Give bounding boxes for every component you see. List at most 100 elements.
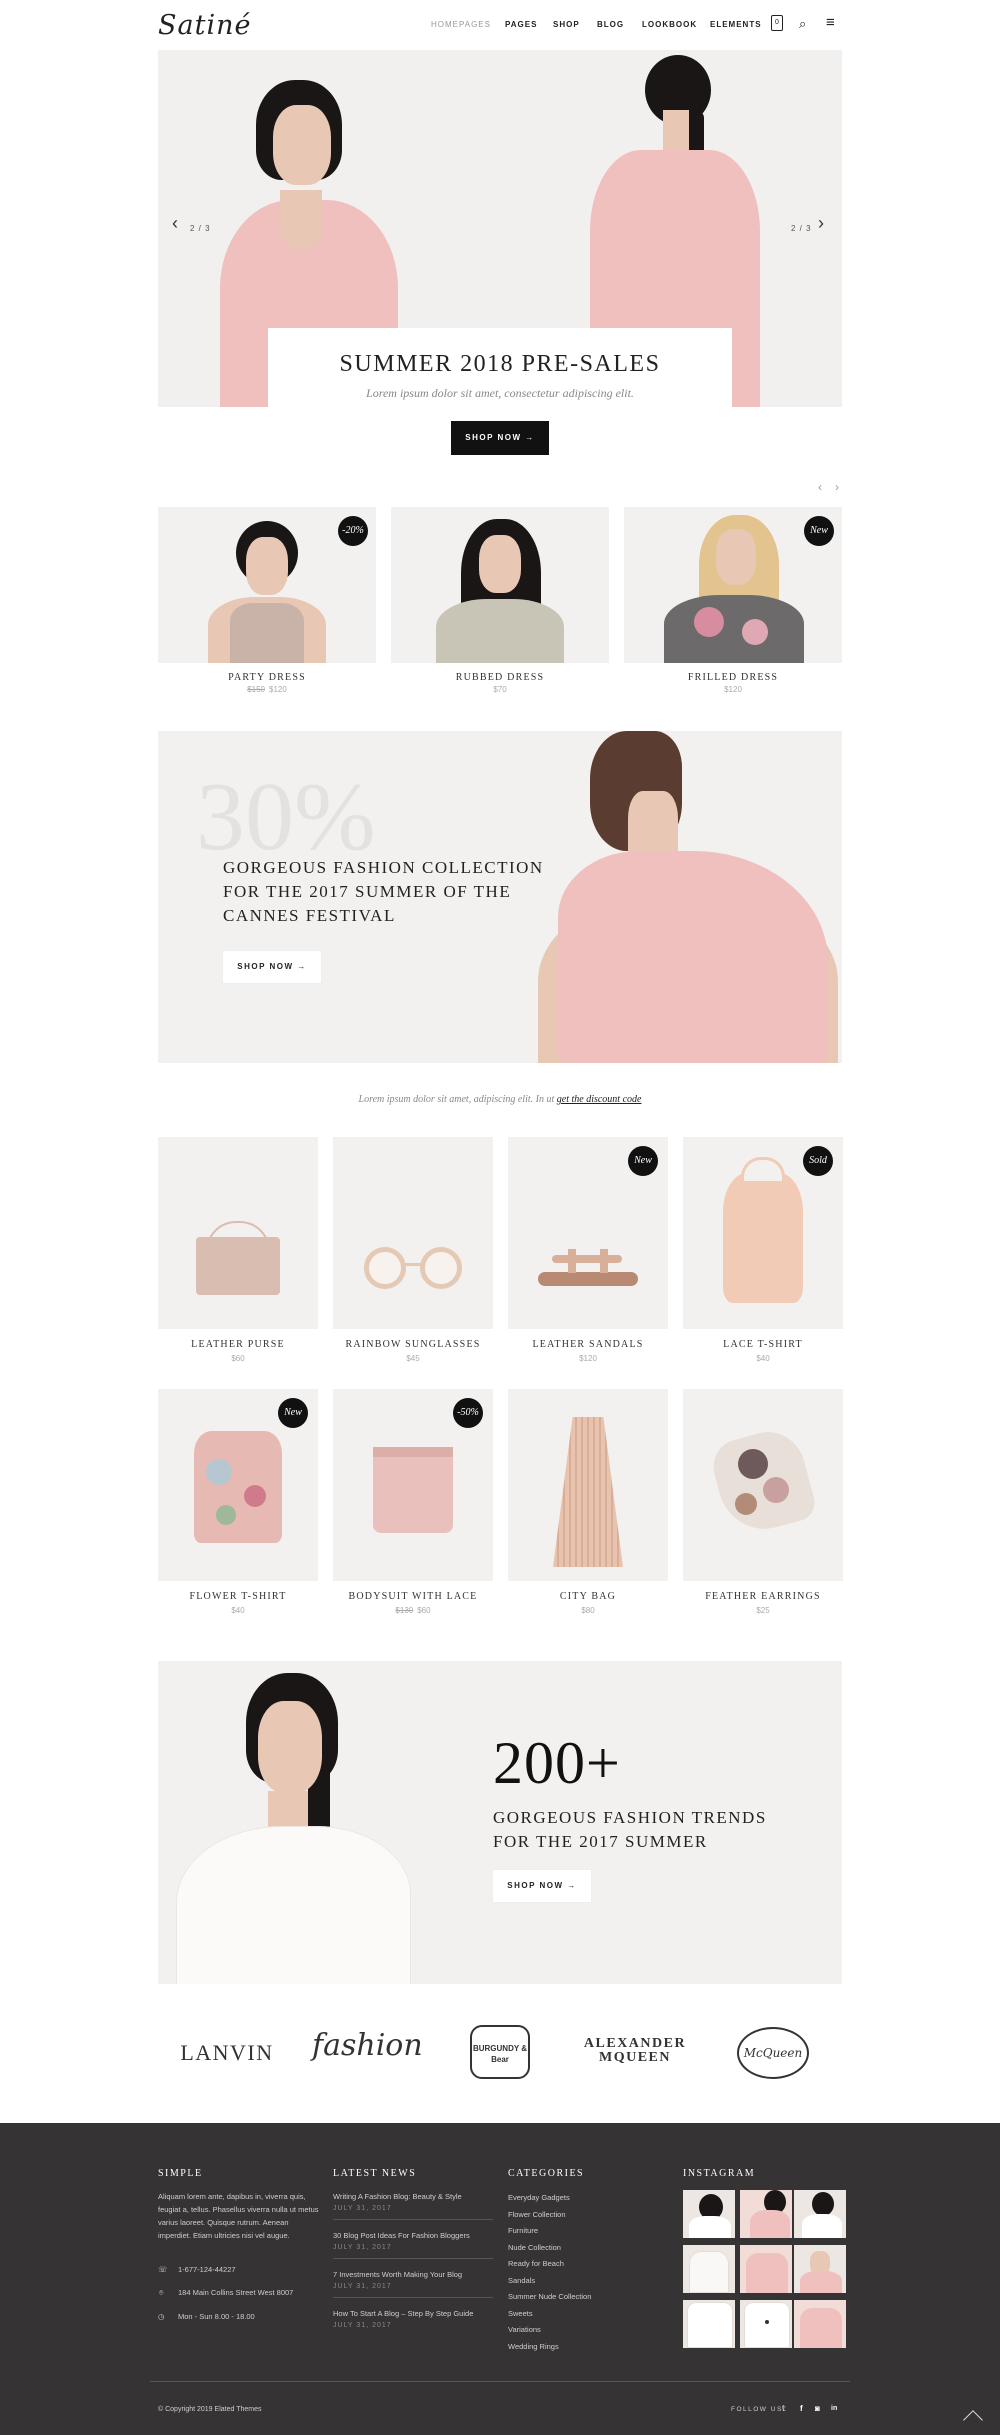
footer-instagram-title: INSTAGRAM — [683, 2168, 756, 2179]
brand-burgundy-bear[interactable]: BURGUNDY & Bear — [470, 2025, 530, 2079]
news-item-date: JULY 31, 2017 — [333, 2244, 392, 2251]
nav-pages[interactable]: PAGES — [505, 20, 537, 29]
slider-counter-right: 2 / 3 — [791, 224, 812, 233]
brand-fashion[interactable]: fashion — [312, 2028, 423, 2063]
brand-mcqueen-logo[interactable]: McQueen — [737, 2027, 809, 2079]
product-name-5[interactable]: FLOWER T-SHIRT — [158, 1591, 318, 1602]
menu-icon[interactable]: ≡ — [826, 14, 835, 31]
category-link[interactable]: Ready for Beach — [508, 2256, 591, 2273]
product-price-3: $120 — [579, 1354, 597, 1363]
product-name-1[interactable]: LEATHER PURSE — [158, 1339, 318, 1350]
instagram-photo[interactable] — [794, 2245, 846, 2293]
discount-link[interactable]: get the discount code — [557, 1094, 642, 1105]
product-badge-6: -50% — [453, 1398, 483, 1428]
news-item-date: JULY 31, 2017 — [333, 2322, 392, 2329]
product-image-7[interactable] — [508, 1389, 668, 1581]
product-price-4: $40 — [756, 1354, 770, 1363]
copyright: © Copyright 2019 Elated Themes — [158, 2406, 262, 2413]
news-item-title[interactable]: 7 Investments Worth Making Your Blog — [333, 2268, 462, 2281]
footer-categories-title: CATEGORIES — [508, 2168, 585, 2179]
featured-name-3[interactable]: FRILLED DRESS — [624, 672, 842, 683]
slider-next-icon[interactable]: › — [818, 213, 824, 234]
brand-alexander-mcqueen[interactable]: ALEXANDER MQUEEN — [580, 2037, 690, 2065]
footer-simple-text: Aliquam lorem ante, dapibus in, viverra … — [158, 2192, 319, 2240]
trends-heading: GORGEOUS FASHION TRENDS FOR THE 2017 SUM… — [493, 1808, 767, 1851]
nav-shop[interactable]: SHOP — [553, 20, 580, 29]
carousel-prev-icon[interactable]: ‹ — [818, 480, 822, 494]
news-item-title[interactable]: How To Start A Blog – Step By Step Guide — [333, 2307, 473, 2320]
instagram-photo[interactable] — [794, 2300, 846, 2348]
product-name-7[interactable]: CITY BAG — [508, 1591, 668, 1602]
trends-big-text: 200+ — [493, 1730, 621, 1796]
category-link[interactable]: Everyday Gadgets — [508, 2190, 591, 2207]
product-image-1[interactable] — [158, 1137, 318, 1329]
instagram-photo[interactable] — [683, 2245, 735, 2293]
nav-elements[interactable]: ELEMENTS — [710, 20, 762, 29]
category-link[interactable]: Flower Collection — [508, 2207, 591, 2224]
trends-shop-now-button[interactable]: SHOP NOW → — [493, 1870, 591, 1902]
twitter-icon[interactable]: 𝕥 — [782, 2402, 786, 2415]
site-logo[interactable]: Satiné — [158, 10, 251, 41]
cart-icon[interactable]: 0 — [771, 15, 783, 31]
search-icon[interactable]: ⌕ — [799, 16, 806, 32]
footer-divider — [150, 2381, 850, 2382]
product-name-8[interactable]: FEATHER EARRINGS — [683, 1591, 843, 1602]
category-link[interactable]: Wedding Rings — [508, 2339, 591, 2356]
product-price-2: $45 — [406, 1354, 420, 1363]
nav-homepages[interactable]: HOMEPAGES — [431, 20, 491, 29]
instagram-photo[interactable] — [683, 2190, 735, 2238]
featured-badge-1: -20% — [338, 516, 368, 546]
categories-list: Everyday Gadgets Flower Collection Furni… — [508, 2190, 591, 2355]
instagram-photo[interactable] — [683, 2300, 735, 2348]
linkedin-icon[interactable]: in — [831, 2402, 837, 2415]
location-icon: ⌾ — [159, 2288, 164, 2297]
footer: SIMPLE Aliquam lorem ante, dapibus in, v… — [0, 2123, 1000, 2435]
instagram-photo[interactable] — [740, 2190, 792, 2238]
divider — [333, 2258, 493, 2259]
category-link[interactable]: Nude Collection — [508, 2240, 591, 2257]
promo-shop-now-button[interactable]: SHOP NOW → — [223, 951, 321, 983]
product-image-8[interactable] — [683, 1389, 843, 1581]
instagram-icon[interactable]: ◙ — [815, 2402, 820, 2415]
instagram-photo[interactable] — [740, 2300, 792, 2348]
featured-price-2: $70 — [493, 685, 507, 694]
facebook-icon[interactable]: f — [800, 2402, 803, 2415]
featured-badge-3: New — [804, 516, 834, 546]
category-link[interactable]: Sandals — [508, 2273, 591, 2290]
divider — [333, 2219, 493, 2220]
back-to-top-icon[interactable] — [963, 2410, 983, 2430]
product-name-4[interactable]: LACE T-SHIRT — [683, 1339, 843, 1350]
nav-lookbook[interactable]: LOOKBOOK — [642, 20, 697, 29]
hero-shop-now-button[interactable]: SHOP NOW → — [451, 421, 549, 455]
featured-name-2[interactable]: RUBBED DRESS — [391, 672, 609, 683]
category-link[interactable]: Summer Nude Collection — [508, 2289, 591, 2306]
instagram-photo[interactable] — [794, 2190, 846, 2238]
product-price-7: $80 — [581, 1606, 595, 1615]
category-link[interactable]: Variations — [508, 2322, 591, 2339]
brand-lanvin[interactable]: LANVIN — [172, 2040, 282, 2066]
product-name-6[interactable]: BODYSUIT WITH LACE — [333, 1591, 493, 1602]
carousel-next-icon[interactable]: › — [835, 480, 839, 494]
product-name-3[interactable]: LEATHER SANDALS — [508, 1339, 668, 1350]
product-badge-4: Sold — [803, 1146, 833, 1176]
news-item-title[interactable]: Writing A Fashion Blog: Beauty & Style — [333, 2190, 462, 2203]
product-price-6: $130 $60 — [395, 1606, 431, 1615]
footer-address: 184 Main Collins Street West 8007 — [178, 2288, 294, 2297]
product-image-2[interactable] — [333, 1137, 493, 1329]
product-badge-3: New — [628, 1146, 658, 1176]
slider-prev-icon[interactable]: ‹ — [172, 213, 178, 234]
slider-counter-left: 2 / 3 — [190, 224, 211, 233]
discount-line: Lorem ipsum dolor sit amet, adipiscing e… — [358, 1094, 642, 1105]
product-badge-5: New — [278, 1398, 308, 1428]
category-link[interactable]: Sweets — [508, 2306, 591, 2323]
nav-blog[interactable]: BLOG — [597, 20, 624, 29]
product-name-2[interactable]: RAINBOW SUNGLASSES — [333, 1339, 493, 1350]
product-price-8: $25 — [756, 1606, 770, 1615]
category-link[interactable]: Furniture — [508, 2223, 591, 2240]
instagram-photo[interactable] — [740, 2245, 792, 2293]
news-item-title[interactable]: 30 Blog Post Ideas For Fashion Bloggers — [333, 2229, 470, 2242]
featured-image-2[interactable] — [391, 507, 609, 663]
hero-title: SUMMER 2018 PRE-SALES — [339, 351, 661, 377]
featured-name-1[interactable]: PARTY DRESS — [158, 672, 376, 683]
news-item-date: JULY 31, 2017 — [333, 2283, 392, 2290]
